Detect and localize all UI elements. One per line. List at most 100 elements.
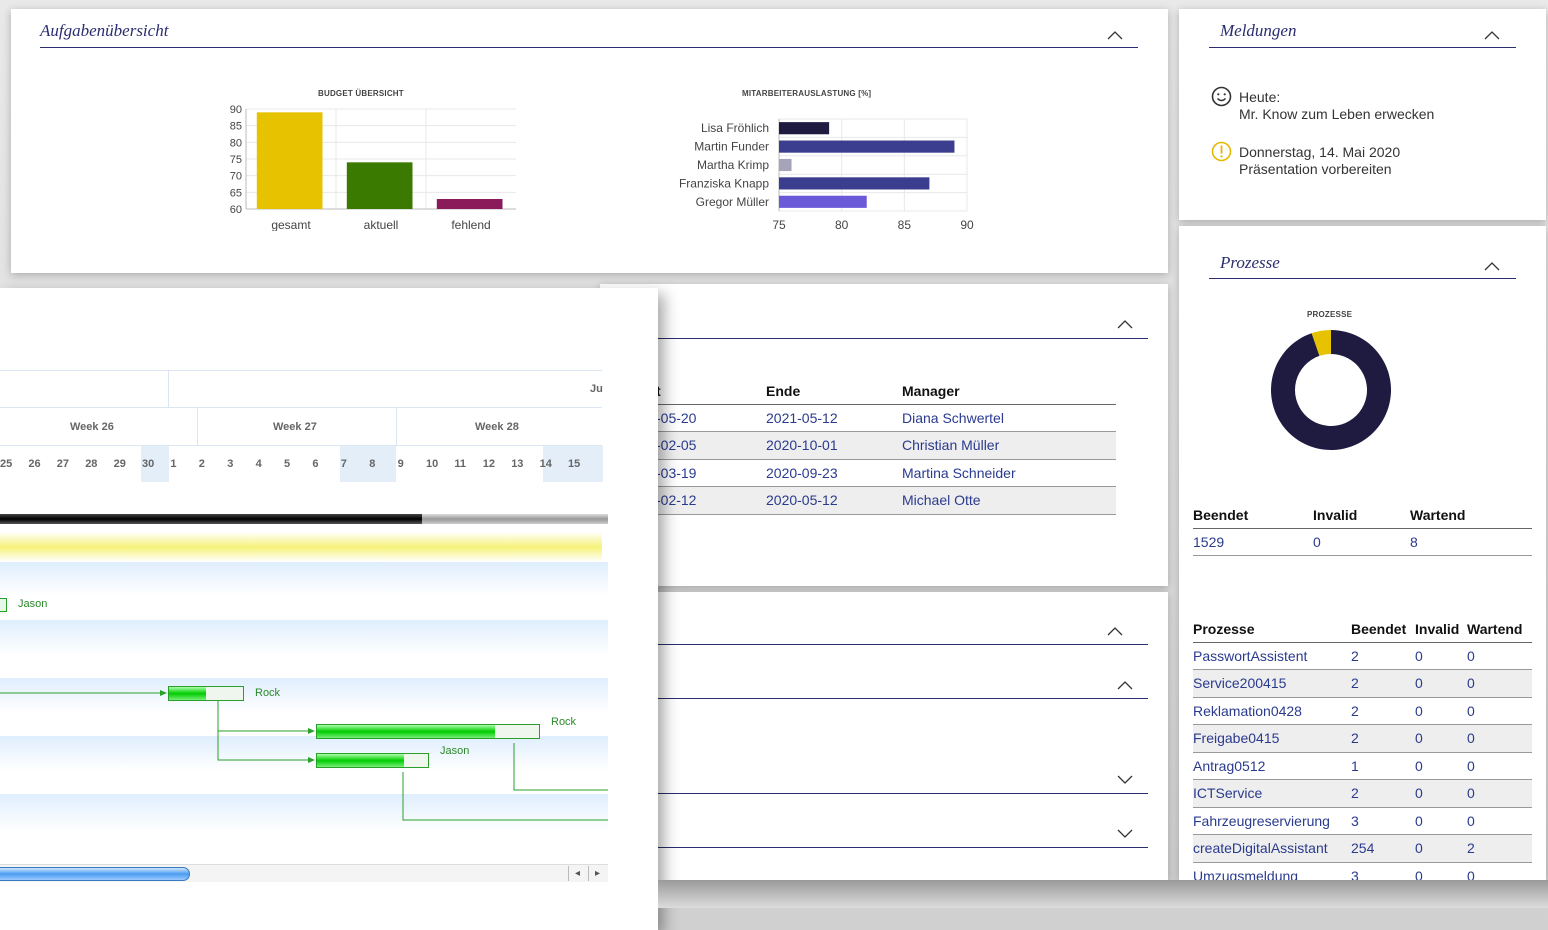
table-cell: 0: [1467, 697, 1532, 725]
scrollbar-thumb[interactable]: [0, 867, 190, 881]
table-cell: 0: [1415, 862, 1467, 880]
table-row[interactable]: Antrag0512 1 0 0: [1193, 752, 1532, 780]
processes-table: Prozesse Beendet Invalid Wartend Passwor…: [1193, 618, 1532, 880]
bar-gesamt: [256, 112, 323, 209]
gantt-day-label: 11: [454, 458, 467, 470]
column-header[interactable]: Prozesse: [1193, 618, 1351, 643]
gantt-week-divider: [197, 408, 198, 446]
table-cell: 2: [1351, 642, 1415, 670]
collapse-chevron-icon[interactable]: [1483, 260, 1501, 272]
table-row[interactable]: Reklamation0428 2 0 0: [1193, 697, 1532, 725]
table-cell: 2: [1351, 669, 1415, 698]
table-row[interactable]: Freigabe0415 2 0 0: [1193, 724, 1532, 753]
warning-icon: [1211, 141, 1232, 167]
x-tick-label: 85: [898, 218, 912, 231]
gantt-task-bar[interactable]: [316, 724, 540, 739]
process-name-cell: Fahrzeugreservierung: [1193, 807, 1351, 835]
process-name-cell: Freigabe0415: [1193, 724, 1351, 753]
process-name-cell: Antrag0512: [1193, 752, 1351, 780]
notification-item[interactable]: Donnerstag, 14. Mai 2020 Präsentation vo…: [1211, 141, 1531, 181]
notifications-panel: Meldungen Heute: Mr. Know zum Leben erwe…: [1179, 9, 1546, 220]
table-row[interactable]: ICTService 2 0 0: [1193, 779, 1532, 808]
gantt-task-resource-label: Jason: [18, 598, 48, 610]
scroll-left-button[interactable]: ◂: [568, 866, 586, 881]
table-row[interactable]: PasswortAssistent 2 0 0: [1193, 642, 1532, 670]
projects-table: t Ende Manager -05-20 2021-05-12 Diana Sch…: [656, 380, 1116, 515]
table-row[interactable]: createDigitalAssistant 254 0 2: [1193, 834, 1532, 863]
gantt-task-progress: [317, 725, 495, 738]
x-tick-label: 80: [835, 218, 849, 231]
table-row[interactable]: -05-20 2021-05-12 Diana Schwertel: [656, 404, 1116, 432]
collapse-chevron-icon[interactable]: [1106, 625, 1124, 637]
table-cell: 0: [1415, 669, 1467, 698]
collapse-chevron-icon[interactable]: [1116, 679, 1134, 691]
column-header[interactable]: Invalid: [1415, 618, 1467, 643]
panel-title: Prozesse: [1220, 253, 1280, 272]
gantt-week-divider: [396, 408, 397, 446]
scroll-right-button[interactable]: ▸: [588, 866, 606, 881]
gantt-task-bar[interactable]: [168, 686, 244, 701]
process-name-cell: ICTService: [1193, 779, 1351, 808]
table-cell: 8: [1410, 528, 1532, 556]
gantt-day-row: 25 26 27 28 29 30 1 2 3 4 5 6 7 8 9 10 11 12 13 14 15: [0, 446, 602, 482]
table-cell: 2: [1351, 724, 1415, 753]
gantt-day-label: 15: [568, 458, 581, 470]
column-header[interactable]: Wartend: [1410, 504, 1532, 529]
table-cell: -02-05: [656, 431, 766, 460]
gantt-day-label: 4: [255, 458, 262, 470]
collapsed-panels: [600, 592, 1168, 880]
title-rule: [40, 47, 1138, 48]
gantt-day-label: 3: [227, 458, 234, 470]
y-tick-label: 65: [230, 187, 242, 199]
gantt-month-row: [0, 370, 602, 408]
gantt-month-label: Ju: [590, 383, 603, 395]
gantt-task-bar[interactable]: [316, 753, 429, 768]
process-name-cell: Reklamation0428: [1193, 697, 1351, 725]
column-header[interactable]: Beendet: [1351, 618, 1415, 643]
expand-chevron-icon[interactable]: [1116, 828, 1134, 840]
section-rule: [600, 793, 1148, 794]
gantt-horizontal-scrollbar[interactable]: ◂ ▸: [0, 864, 608, 882]
bar: [779, 158, 792, 172]
collapse-chevron-icon[interactable]: [1116, 318, 1134, 330]
notification-item[interactable]: Heute: Mr. Know zum Leben erwecken: [1211, 86, 1531, 126]
column-header[interactable]: Manager: [902, 380, 1116, 405]
column-header[interactable]: t: [656, 380, 766, 405]
processes-panel: Prozesse PROZESSE Beendet Invalid Warten…: [1179, 226, 1546, 880]
table-cell: 0: [1467, 862, 1532, 880]
column-header[interactable]: Ende: [766, 380, 902, 405]
table-row[interactable]: Service200415 2 0 0: [1193, 669, 1532, 698]
table-row[interactable]: -03-19 2020-09-23 Martina Schneider: [656, 459, 1116, 487]
gantt-day-label: 28: [85, 458, 98, 470]
column-header[interactable]: Wartend: [1467, 618, 1532, 643]
y-tick-label: 90: [230, 104, 242, 116]
table-row[interactable]: Umzugsmeldung 3 0 0: [1193, 862, 1532, 880]
table-row[interactable]: -02-05 2020-10-01 Christian Müller: [656, 431, 1116, 460]
expand-chevron-icon[interactable]: [1116, 774, 1134, 786]
table-cell: 2: [1467, 834, 1532, 863]
table-row[interactable]: Fahrzeugreservierung 3 0 0: [1193, 807, 1532, 835]
column-header[interactable]: Beendet: [1193, 504, 1313, 529]
y-tick-label: Martin Funder: [694, 140, 769, 154]
y-tick-label: Franziska Knapp: [679, 176, 769, 190]
budget-chart: 90 85 80 75 70 65 60 gesamt aktuell fehlend: [230, 104, 516, 231]
bar-fehlend: [436, 199, 503, 209]
title-rule: [1209, 278, 1516, 279]
gantt-day-label: 30: [142, 458, 155, 470]
table-cell: Michael Otte: [902, 486, 1116, 515]
table-row[interactable]: -02-12 2020-05-12 Michael Otte: [656, 486, 1116, 515]
table-cell: Martina Schneider: [902, 459, 1116, 487]
bar: [779, 140, 955, 153]
gantt-day-label: 9: [397, 458, 404, 470]
title-rule: [600, 338, 1148, 339]
table-cell: 0: [1415, 779, 1467, 808]
column-header[interactable]: Invalid: [1313, 504, 1410, 529]
y-tick-label: 85: [230, 121, 242, 133]
gantt-task-bar[interactable]: [0, 598, 7, 612]
gantt-day-label: 14: [539, 458, 552, 470]
collapse-chevron-icon[interactable]: [1483, 29, 1501, 41]
gantt-week-label: Week 26: [70, 421, 114, 433]
y-tick-label: 75: [230, 154, 242, 166]
collapse-chevron-icon[interactable]: [1106, 29, 1124, 41]
workload-chart: 75 80 85 90 Lisa Fröhlich Martin Funder Martha…: [679, 118, 974, 231]
